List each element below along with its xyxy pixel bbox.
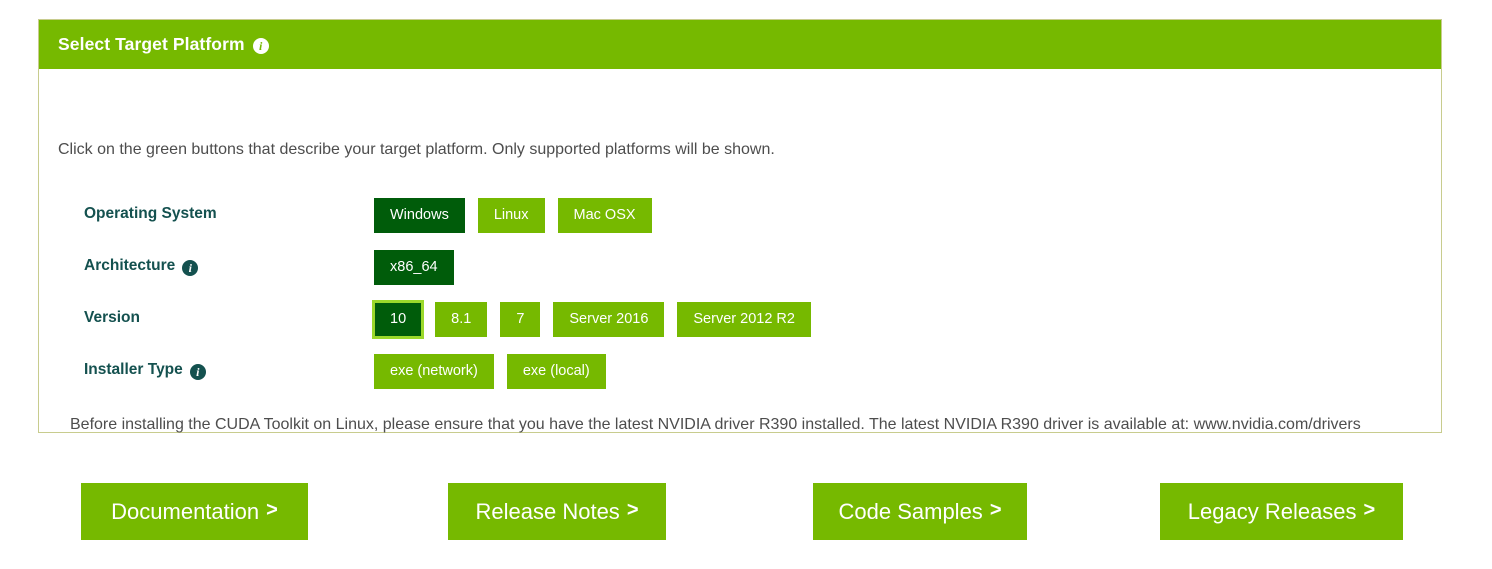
platform-selector-rows: Operating System Windows Linux Mac OSX A… [39, 198, 1441, 406]
installer-option-exe-local[interactable]: exe (local) [506, 354, 606, 389]
installer-option-exe-network[interactable]: exe (network) [374, 354, 494, 389]
os-option-windows[interactable]: Windows [374, 198, 465, 233]
release-notes-button-label: Release Notes [475, 498, 620, 524]
bottom-link-buttons: Documentation > Release Notes > Code Sam… [0, 483, 1492, 540]
row-buttons-installer-type: exe (network) exe (local) [374, 354, 606, 389]
os-option-linux[interactable]: Linux [477, 198, 545, 233]
row-architecture: Architecture i x86_64 [39, 250, 1441, 302]
architecture-option-x86-64[interactable]: x86_64 [374, 250, 454, 285]
row-label-text: Version [84, 309, 140, 326]
row-buttons-operating-system: Windows Linux Mac OSX [374, 198, 652, 233]
row-operating-system: Operating System Windows Linux Mac OSX [39, 198, 1441, 250]
legacy-releases-button-label: Legacy Releases [1187, 498, 1357, 524]
row-label-operating-system: Operating System [39, 198, 374, 226]
select-target-platform-panel: Select Target Platform i Click on the gr… [38, 19, 1442, 433]
row-label-text: Operating System [84, 205, 217, 222]
legacy-releases-button[interactable]: Legacy Releases > [1160, 483, 1403, 540]
row-label-version: Version [39, 302, 374, 330]
row-label-installer-type: Installer Type i [39, 354, 374, 382]
release-notes-button[interactable]: Release Notes > [448, 483, 666, 540]
row-label-text: Architecture [84, 257, 176, 274]
os-option-mac-osx[interactable]: Mac OSX [557, 198, 652, 233]
version-option-10[interactable]: 10 [371, 300, 425, 339]
version-option-7[interactable]: 7 [500, 302, 541, 337]
panel-body: Click on the green buttons that describe… [39, 69, 1441, 433]
row-installer-type: Installer Type i exe (network) exe (local… [39, 354, 1441, 406]
chevron-right-icon: > [626, 499, 639, 521]
documentation-button[interactable]: Documentation > [81, 483, 308, 540]
version-option-server-2012-r2[interactable]: Server 2012 R2 [677, 302, 811, 337]
row-buttons-version: 10 8.1 7 Server 2016 Server 2012 R2 [371, 300, 811, 339]
row-label-architecture: Architecture i [39, 250, 374, 278]
code-samples-button[interactable]: Code Samples > [813, 483, 1027, 540]
version-option-server-2016[interactable]: Server 2016 [553, 302, 665, 337]
panel-header: Select Target Platform i [39, 20, 1441, 69]
info-icon[interactable]: i [182, 260, 199, 276]
chevron-right-icon: > [266, 499, 278, 521]
code-samples-button-label: Code Samples [838, 498, 983, 524]
chevron-right-icon: > [989, 499, 1002, 521]
intro-text: Click on the green buttons that describe… [58, 141, 775, 158]
chevron-right-icon: > [1363, 499, 1376, 521]
row-label-text: Installer Type [84, 361, 183, 378]
page-title: Select Target Platform [58, 34, 245, 54]
info-icon[interactable]: i [189, 364, 206, 380]
version-option-8-1[interactable]: 8.1 [435, 302, 488, 337]
documentation-button-label: Documentation [111, 498, 260, 524]
row-version: Version 10 8.1 7 Server 2016 Server 2012… [39, 300, 1441, 354]
driver-note: Before installing the CUDA Toolkit on Li… [70, 416, 1361, 433]
row-buttons-architecture: x86_64 [374, 250, 454, 285]
info-icon[interactable]: i [252, 37, 269, 54]
